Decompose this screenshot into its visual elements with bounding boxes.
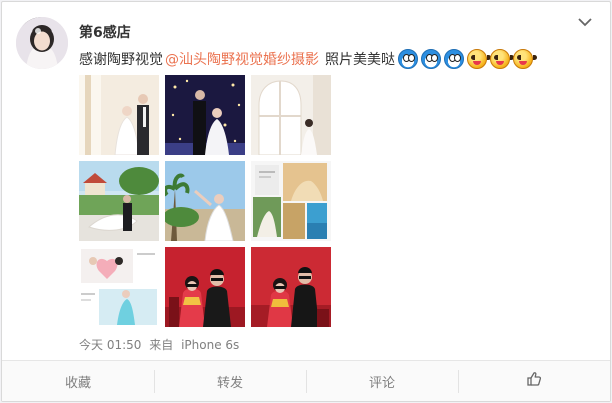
username[interactable]: 第6感店	[79, 22, 131, 42]
post-source[interactable]: iPhone 6s	[181, 338, 239, 352]
doraemon-icon	[421, 49, 441, 69]
post-meta: 今天 01:50 来自 iPhone 6s	[79, 336, 243, 353]
photo-thumbnail[interactable]	[251, 75, 331, 155]
post-time[interactable]: 今天 01:50	[79, 338, 141, 352]
post-content: 感谢陶野视觉 @汕头陶野视觉婚纱摄影 照片美美哒	[79, 49, 537, 69]
mention-link[interactable]: @汕头陶野视觉婚纱摄影	[165, 49, 319, 69]
photo-thumbnail[interactable]	[79, 75, 159, 155]
post-text-tail: 照片美美哒	[325, 52, 395, 68]
post-text: 感谢陶野视觉	[79, 52, 163, 68]
photo-thumbnail[interactable]	[79, 161, 159, 241]
happy-face-icon	[513, 49, 537, 69]
photo-thumbnail[interactable]	[79, 247, 159, 327]
like-button[interactable]	[458, 361, 610, 401]
repost-button[interactable]: 转发	[154, 361, 306, 401]
photo-thumbnail[interactable]	[165, 247, 245, 327]
favorite-button[interactable]: 收藏	[2, 361, 154, 401]
doraemon-icon	[398, 49, 418, 69]
weibo-post-card: 第6感店 感谢陶野视觉 @汕头陶野视觉婚纱摄影 照片美美哒 今天 01:50 来…	[1, 1, 611, 402]
thumbs-up-icon	[526, 371, 542, 391]
photo-thumbnail[interactable]	[165, 75, 245, 155]
chevron-down-icon[interactable]	[576, 14, 594, 28]
avatar[interactable]	[16, 17, 68, 69]
doraemon-icon	[444, 49, 464, 69]
post-via: 来自	[149, 338, 174, 352]
happy-face-icon	[490, 49, 514, 69]
photo-grid	[79, 75, 331, 327]
photo-thumbnail[interactable]	[251, 161, 331, 241]
comment-button[interactable]: 评论	[306, 361, 458, 401]
happy-face-icon	[467, 49, 491, 69]
action-bar: 收藏 转发 评论	[2, 360, 610, 401]
photo-thumbnail[interactable]	[251, 247, 331, 327]
photo-thumbnail[interactable]	[165, 161, 245, 241]
